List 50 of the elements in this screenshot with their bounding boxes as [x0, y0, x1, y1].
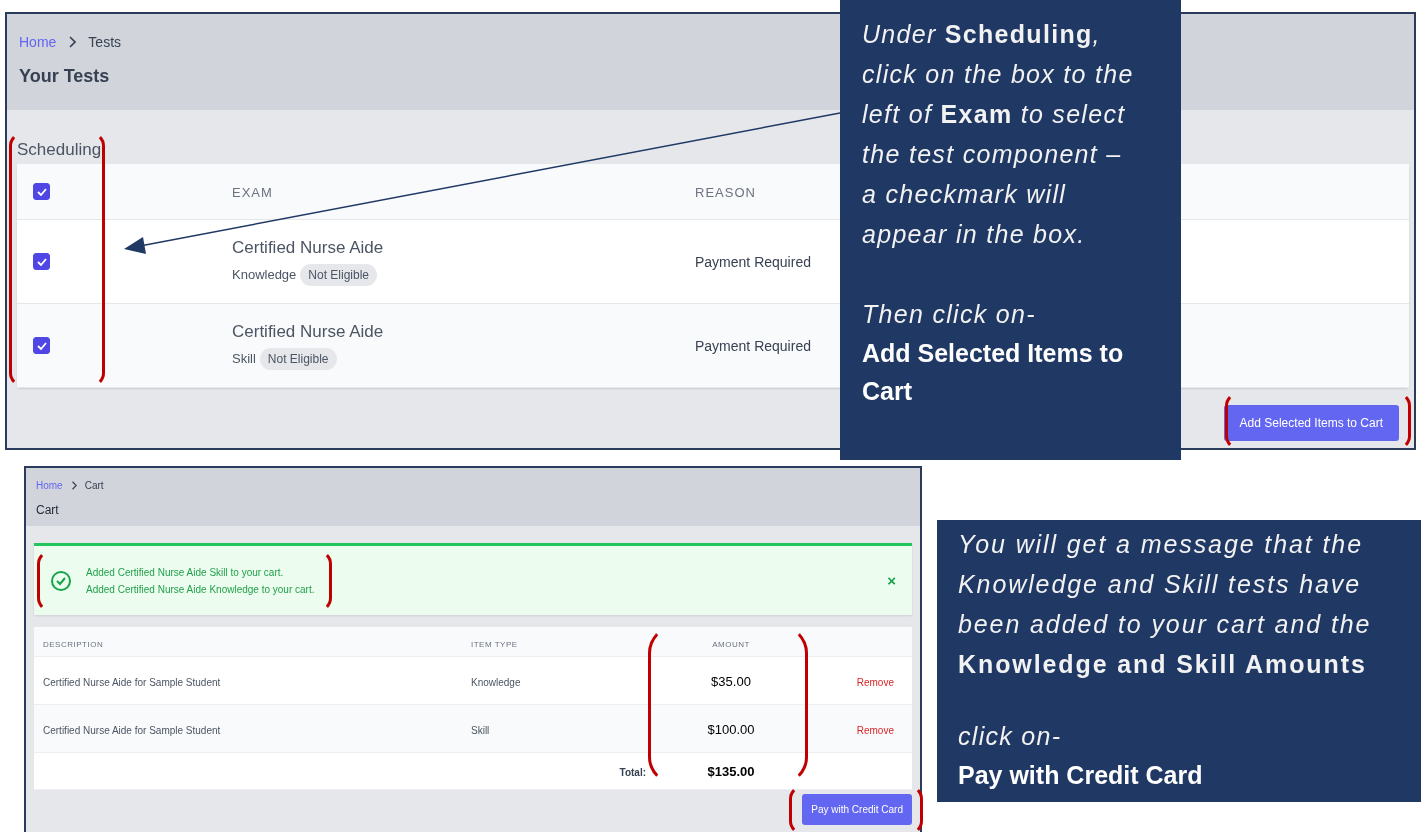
chevron-icon	[70, 481, 77, 490]
item-type-cell: Skill	[471, 724, 490, 736]
section-label: Scheduling	[17, 140, 102, 160]
reason-text: Payment Required	[695, 337, 811, 354]
checkmark-icon	[36, 187, 47, 196]
column-header: DESCRIPTION	[43, 639, 104, 649]
row-checkbox[interactable]	[33, 253, 50, 270]
add-to-cart-button[interactable]: Add Selected Items to Cart	[1223, 405, 1399, 441]
page-title: Your Tests	[19, 66, 110, 87]
total-amount: $135.00	[707, 764, 755, 779]
exam-type: Knowledge	[232, 267, 297, 282]
remove-link[interactable]: Remove	[856, 724, 894, 736]
amount-cell: $35.00	[711, 673, 751, 689]
column-header: EXAM	[232, 184, 273, 200]
instruction-text: You will get a message that the Knowledge and Skill tests have been added to your cart and the Knowledge and Skill Amounts	[958, 529, 1373, 680]
instruction-action: Pay with Credit Card	[958, 760, 1204, 791]
amount-cell: $100.00	[707, 721, 755, 737]
status-badge: Not Eligible	[300, 263, 378, 286]
check-circle-icon	[50, 569, 72, 592]
reason-text: Payment Required	[695, 253, 811, 270]
checkmark-icon	[36, 257, 47, 266]
item-type-cell: Knowledge	[471, 676, 521, 688]
select-all-checkbox[interactable]	[33, 183, 50, 200]
checkmark-icon	[36, 341, 47, 350]
breadcrumb-current: Tests	[88, 34, 122, 50]
instruction-prompt: Then click on-	[862, 299, 1037, 330]
exam-type: Skill	[232, 351, 256, 366]
instruction-prompt: click on-	[958, 721, 1063, 752]
chevron-icon	[68, 36, 77, 48]
alert-message: Added Certified Nurse Aide Knowledge to your cart.	[86, 582, 316, 597]
close-button[interactable]: ×	[881, 571, 902, 590]
column-header: REASON	[695, 184, 756, 200]
pay-button[interactable]: Pay with Credit Card	[802, 794, 912, 825]
instruction-text: Under Scheduling, click on the box to the left of Exam to select the test component – a checkmark will appear in the box.	[862, 19, 1135, 250]
exam-title: Certified Nurse Aide	[232, 237, 385, 258]
alert-message: Added Certified Nurse Aide Skill to your cart.	[86, 565, 285, 580]
exam-title: Certified Nurse Aide	[232, 321, 385, 342]
description-cell: Certified Nurse Aide for Sample Student	[43, 676, 221, 688]
description-cell: Certified Nurse Aide for Sample Student	[43, 724, 221, 736]
status-badge: Not Eligible	[259, 347, 337, 370]
column-header: ITEM TYPE	[471, 639, 518, 649]
column-header: AMOUNT	[712, 639, 750, 649]
page-title: Cart	[36, 503, 59, 517]
total-label: Total:	[619, 767, 646, 778]
row-checkbox[interactable]	[33, 337, 50, 354]
breadcrumb-link[interactable]: Home	[36, 480, 63, 491]
instruction-action: Add Selected Items to Cart	[862, 338, 1125, 407]
breadcrumb-link[interactable]: Home	[19, 34, 57, 50]
remove-link[interactable]: Remove	[856, 676, 894, 688]
breadcrumb-current: Cart	[84, 480, 104, 491]
